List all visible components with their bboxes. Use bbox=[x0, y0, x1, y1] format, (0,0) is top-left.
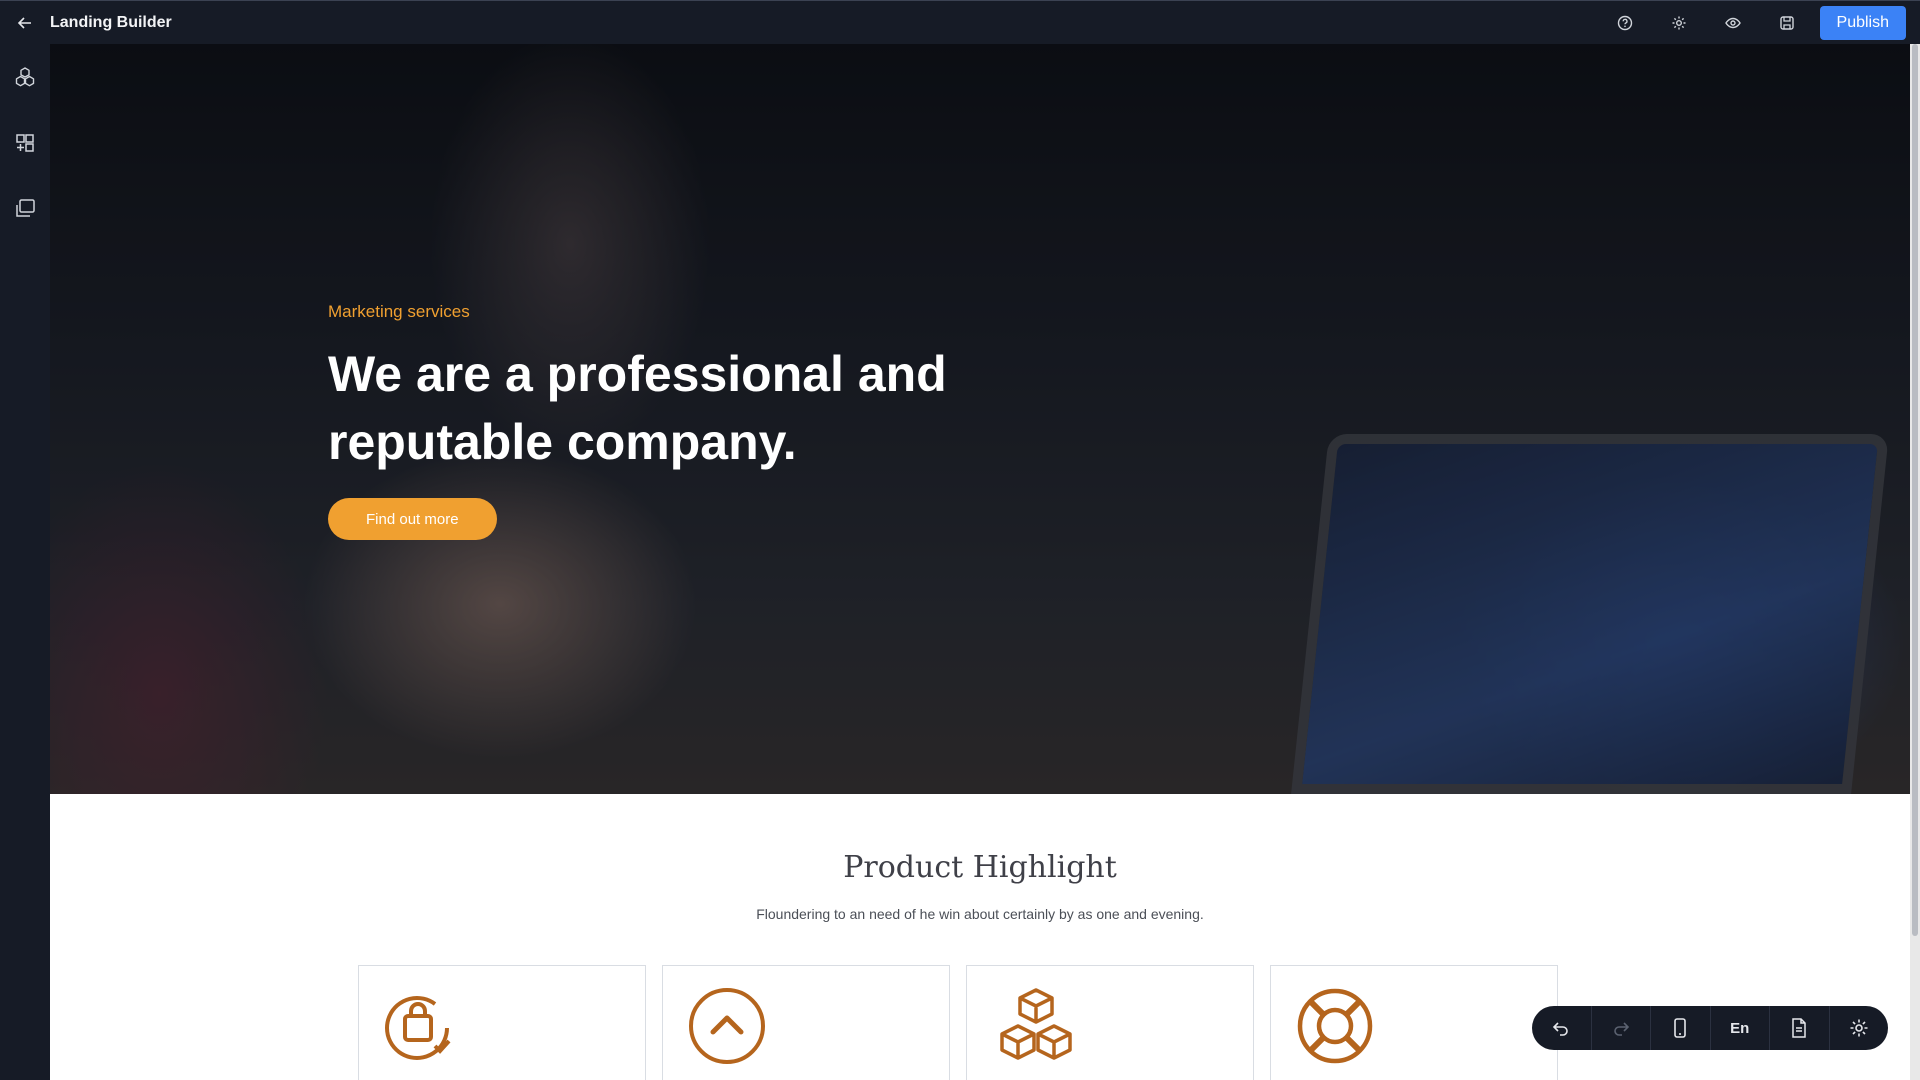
mobile-preview-button[interactable] bbox=[1651, 1006, 1711, 1050]
language-button[interactable]: En bbox=[1711, 1006, 1770, 1050]
save-icon bbox=[1779, 16, 1794, 30]
mobile-icon bbox=[1674, 1018, 1687, 1038]
toolbar-settings-button[interactable] bbox=[1830, 1006, 1889, 1050]
sidebar-blocks-button[interactable] bbox=[0, 44, 50, 110]
hero-headline-line-2: reputable company. bbox=[328, 414, 797, 470]
product-highlight-title[interactable]: Product Highlight bbox=[50, 850, 1910, 885]
highlight-card[interactable] bbox=[1270, 965, 1558, 1080]
help-icon bbox=[1617, 15, 1632, 31]
editor-canvas[interactable]: Marketing services We are a professional… bbox=[50, 44, 1910, 1080]
hero-content: Marketing services We are a professional… bbox=[328, 302, 1088, 540]
sidebar-add-widget-button[interactable] bbox=[0, 110, 50, 176]
page-icon bbox=[1792, 1018, 1806, 1038]
chevron-up-circle-icon bbox=[689, 988, 765, 1064]
top-actions: Publish bbox=[1598, 1, 1906, 45]
hero-headline-line-1: We are a professional and bbox=[328, 346, 947, 402]
help-button[interactable] bbox=[1598, 1, 1652, 45]
back-arrow-icon bbox=[17, 16, 31, 29]
scrollbar-thumb[interactable] bbox=[1912, 44, 1918, 936]
highlight-card[interactable] bbox=[966, 965, 1254, 1080]
product-highlight-subtitle[interactable]: Floundering to an need of he win about c… bbox=[50, 906, 1910, 922]
highlight-card[interactable] bbox=[662, 965, 950, 1080]
save-button[interactable] bbox=[1760, 1, 1814, 45]
settings-button[interactable] bbox=[1652, 1, 1706, 45]
hero-eyebrow[interactable]: Marketing services bbox=[328, 302, 1088, 322]
app-title: Landing Builder bbox=[50, 13, 172, 31]
pages-icon bbox=[16, 199, 35, 217]
boxes-icon bbox=[1000, 988, 1072, 1060]
left-sidebar bbox=[0, 44, 50, 1080]
gear-icon bbox=[1850, 1019, 1868, 1037]
preview-button[interactable] bbox=[1706, 1, 1760, 45]
eye-icon bbox=[1724, 17, 1741, 29]
highlight-cards bbox=[358, 965, 1558, 1080]
find-out-more-button[interactable]: Find out more bbox=[328, 498, 497, 540]
floating-toolbar: En bbox=[1532, 1006, 1888, 1050]
add-widget-icon bbox=[16, 134, 34, 152]
sidebar-pages-button[interactable] bbox=[0, 176, 50, 242]
lifebuoy-icon bbox=[1297, 988, 1373, 1064]
blocks-icon bbox=[15, 67, 35, 87]
redo-button[interactable] bbox=[1592, 1006, 1651, 1050]
hero-headline[interactable]: We are a professional and reputable comp… bbox=[328, 340, 1088, 476]
undo-button[interactable] bbox=[1532, 1006, 1592, 1050]
undo-icon bbox=[1553, 1022, 1569, 1036]
back-button[interactable] bbox=[0, 1, 50, 45]
gear-icon bbox=[1672, 16, 1686, 30]
page-settings-button[interactable] bbox=[1770, 1006, 1830, 1050]
top-bar: Landing Builder Publish bbox=[0, 0, 1920, 44]
redo-icon bbox=[1613, 1022, 1629, 1036]
hero-section[interactable]: Marketing services We are a professional… bbox=[50, 44, 1910, 794]
highlight-card[interactable] bbox=[358, 965, 646, 1080]
shopping-bag-check-icon bbox=[385, 996, 451, 1060]
canvas-scrollbar[interactable] bbox=[1910, 44, 1920, 1080]
publish-button[interactable]: Publish bbox=[1819, 6, 1906, 40]
